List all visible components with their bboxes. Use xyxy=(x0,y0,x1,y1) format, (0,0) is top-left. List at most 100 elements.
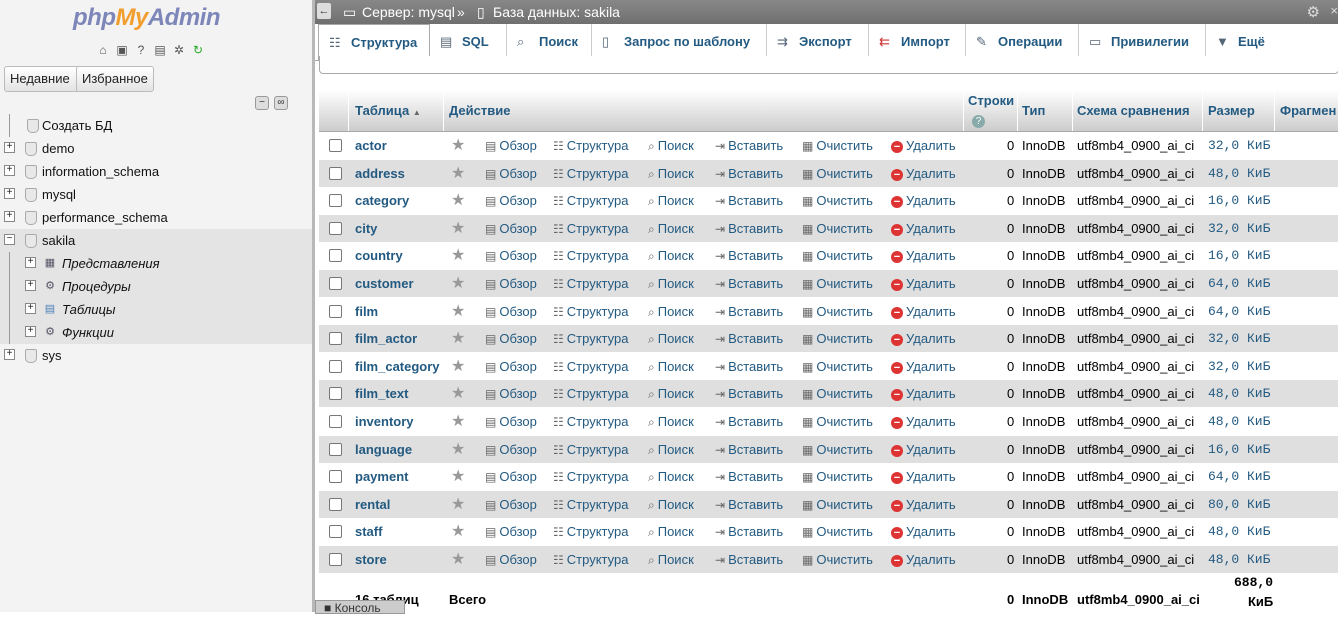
expand-icon[interactable]: + xyxy=(25,303,36,314)
empty-action[interactable]: ▦ Очистить xyxy=(802,353,873,381)
row-checkbox[interactable] xyxy=(329,277,342,290)
tree-item-functions[interactable]: + ⚙ Функции xyxy=(0,321,312,344)
table-name-link[interactable]: country xyxy=(355,242,403,269)
insert-action[interactable]: ⇥ Вставить xyxy=(715,132,783,160)
structure-action[interactable]: ☷ Структура xyxy=(553,270,628,298)
collapse-nav-icon[interactable]: ← xyxy=(317,3,331,19)
drop-action[interactable]: − Удалить xyxy=(891,160,956,187)
collation-link[interactable]: utf8mb4_0900_ai_ci xyxy=(1077,160,1194,187)
empty-action[interactable]: ▦ Очистить xyxy=(802,380,873,408)
empty-action[interactable]: ▦ Очистить xyxy=(802,463,873,491)
row-checkbox[interactable] xyxy=(329,139,342,152)
table-name-link[interactable]: film_category xyxy=(355,353,440,380)
expand-icon[interactable]: + xyxy=(4,165,15,176)
search-action[interactable]: ⌕ Поиск xyxy=(648,270,694,298)
search-action[interactable]: ⌕ Поиск xyxy=(648,518,694,546)
favorite-star-icon[interactable]: ★ xyxy=(451,160,465,187)
insert-action[interactable]: ⇥ Вставить xyxy=(715,491,783,519)
favorite-star-icon[interactable]: ★ xyxy=(451,132,465,159)
search-action[interactable]: ⌕ Поиск xyxy=(648,242,694,270)
collation-link[interactable]: utf8mb4_0900_ai_ci xyxy=(1077,353,1194,380)
row-checkbox[interactable] xyxy=(329,415,342,428)
favorites-button[interactable]: Избранное xyxy=(76,66,154,92)
browse-action[interactable]: ▤ Обзор xyxy=(485,436,537,464)
favorite-star-icon[interactable]: ★ xyxy=(451,187,465,214)
collation-link[interactable]: utf8mb4_0900_ai_ci xyxy=(1077,187,1194,214)
structure-action[interactable]: ☷ Структура xyxy=(553,187,628,215)
collation-link[interactable]: utf8mb4_0900_ai_ci xyxy=(1077,215,1194,242)
table-name-link[interactable]: rental xyxy=(355,491,390,518)
insert-action[interactable]: ⇥ Вставить xyxy=(715,380,783,408)
size-link[interactable]: 48,0 КиБ xyxy=(1208,160,1270,187)
drop-action[interactable]: − Удалить xyxy=(891,436,956,463)
favorite-star-icon[interactable]: ★ xyxy=(451,408,465,435)
expand-icon[interactable]: + xyxy=(4,188,15,199)
row-checkbox[interactable] xyxy=(329,442,342,456)
search-action[interactable]: ⌕ Поиск xyxy=(648,491,694,519)
empty-action[interactable]: ▦ Очистить xyxy=(802,215,873,243)
expand-icon[interactable]: + xyxy=(4,349,15,360)
help-icon[interactable]: ? xyxy=(972,115,985,128)
drop-action[interactable]: − Удалить xyxy=(891,518,956,545)
browse-action[interactable]: ▤ Обзор xyxy=(485,298,537,326)
collation-link[interactable]: utf8mb4_0900_ai_ci xyxy=(1077,408,1194,435)
row-checkbox[interactable] xyxy=(329,332,342,346)
drop-action[interactable]: − Удалить xyxy=(891,491,956,518)
browse-action[interactable]: ▤ Обзор xyxy=(485,242,537,270)
table-name-link[interactable]: customer xyxy=(355,270,414,297)
drop-action[interactable]: − Удалить xyxy=(891,463,956,490)
collapse-all-icon[interactable]: − xyxy=(255,96,269,110)
size-link[interactable]: 32,0 КиБ xyxy=(1208,353,1270,380)
collation-link[interactable]: utf8mb4_0900_ai_ci xyxy=(1077,325,1194,352)
structure-action[interactable]: ☷ Структура xyxy=(553,160,628,188)
table-name-link[interactable]: city xyxy=(355,215,377,242)
structure-action[interactable]: ☷ Структура xyxy=(553,546,628,574)
structure-action[interactable]: ☷ Структура xyxy=(553,408,628,436)
size-link[interactable]: 64,0 КиБ xyxy=(1208,298,1270,325)
breadcrumb-database[interactable]: База данных: sakila xyxy=(493,4,620,20)
row-checkbox[interactable] xyxy=(329,249,342,263)
size-link[interactable]: 32,0 КиБ xyxy=(1208,215,1270,242)
expand-icon[interactable]: + xyxy=(4,211,15,222)
tree-item-information-schema[interactable]: + information_schema xyxy=(0,160,312,183)
row-checkbox[interactable] xyxy=(329,304,342,318)
insert-action[interactable]: ⇥ Вставить xyxy=(715,242,783,270)
tab-search[interactable]: ⌕ Поиск xyxy=(507,24,592,59)
empty-action[interactable]: ▦ Очистить xyxy=(802,436,873,464)
tab-import[interactable]: ⇇ Импорт xyxy=(869,24,966,59)
favorite-star-icon[interactable]: ★ xyxy=(451,380,465,407)
row-checkbox[interactable] xyxy=(329,470,342,484)
empty-action[interactable]: ▦ Очистить xyxy=(802,298,873,326)
browse-action[interactable]: ▤ Обзор xyxy=(485,187,537,215)
help-icon[interactable]: ? xyxy=(133,42,149,58)
search-action[interactable]: ⌕ Поиск xyxy=(648,353,694,381)
tab-export[interactable]: ⇉ Экспорт xyxy=(767,24,869,59)
search-action[interactable]: ⌕ Поиск xyxy=(648,546,694,574)
table-name-link[interactable]: inventory xyxy=(355,408,414,435)
phpmyadmin-logo[interactable]: phpMyAdmin xyxy=(73,4,221,32)
search-action[interactable]: ⌕ Поиск xyxy=(648,187,694,215)
search-action[interactable]: ⌕ Поиск xyxy=(648,215,694,243)
size-link[interactable]: 32,0 КиБ xyxy=(1208,325,1270,352)
table-name-link[interactable]: film_text xyxy=(355,380,408,407)
tab-query[interactable]: ▯ Запрос по шаблону xyxy=(592,24,767,59)
collation-link[interactable]: utf8mb4_0900_ai_ci xyxy=(1077,132,1194,159)
nav-resize-handle[interactable] xyxy=(312,0,315,612)
row-checkbox[interactable] xyxy=(329,359,342,373)
drop-action[interactable]: − Удалить xyxy=(891,215,956,242)
recent-button[interactable]: Недавние xyxy=(4,66,80,92)
structure-action[interactable]: ☷ Структура xyxy=(553,132,628,160)
favorite-star-icon[interactable]: ★ xyxy=(451,491,465,518)
size-link[interactable]: 48,0 КиБ xyxy=(1208,380,1270,407)
favorite-star-icon[interactable]: ★ xyxy=(451,546,465,573)
structure-action[interactable]: ☷ Структура xyxy=(553,353,628,381)
table-name-link[interactable]: language xyxy=(355,436,412,463)
search-action[interactable]: ⌕ Поиск xyxy=(648,408,694,436)
insert-action[interactable]: ⇥ Вставить xyxy=(715,463,783,491)
browse-action[interactable]: ▤ Обзор xyxy=(485,353,537,381)
drop-action[interactable]: − Удалить xyxy=(891,353,956,380)
size-link[interactable]: 16,0 КиБ xyxy=(1208,436,1270,463)
table-name-link[interactable]: address xyxy=(355,160,405,187)
empty-action[interactable]: ▦ Очистить xyxy=(802,325,873,353)
size-link[interactable]: 80,0 КиБ xyxy=(1208,491,1270,518)
